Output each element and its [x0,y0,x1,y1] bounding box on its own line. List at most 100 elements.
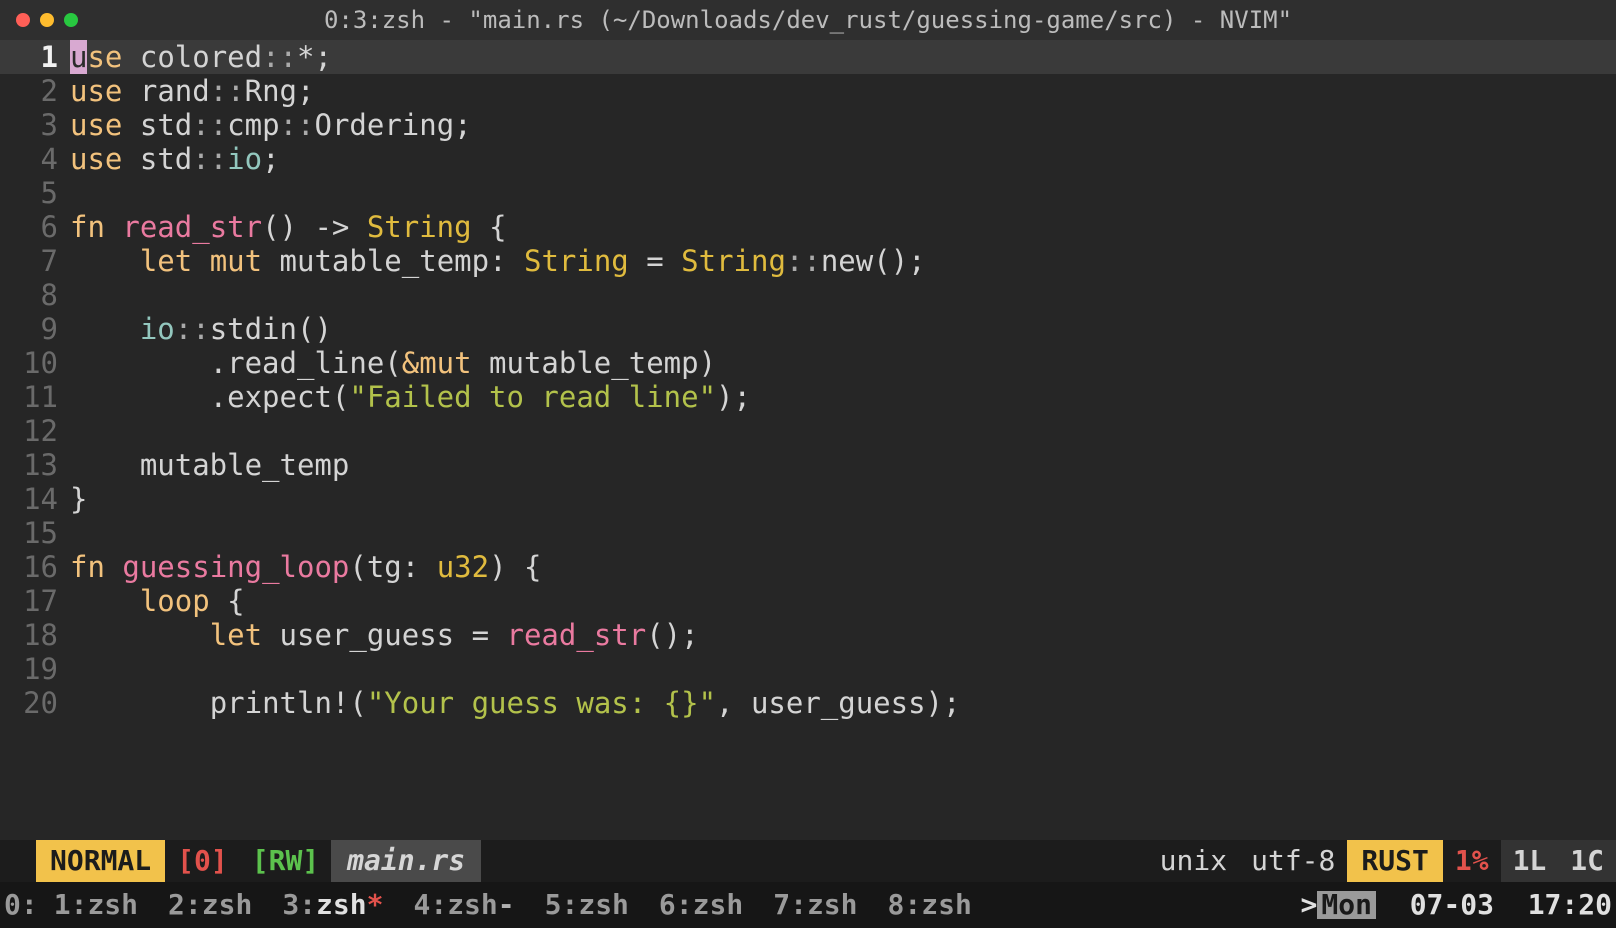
token-pu: ) { [489,550,541,584]
code-content[interactable]: mutable_temp [70,451,1616,480]
token-teal: io [140,312,175,346]
token-id: Ordering [314,108,454,142]
encoding: utf-8 [1239,840,1347,882]
statusline: NORMAL [0] [RW] main.rs unix utf-8 RUST … [0,840,1616,882]
line-number-gutter: 8 [0,281,70,310]
token-fn: read_str [122,210,262,244]
token-pu: (); [646,618,698,652]
token-id: cmp [227,108,279,142]
line-number-gutter: 19 [0,655,70,684]
token-pu: ; [262,142,279,176]
percent-value: 1% [1455,847,1489,875]
tmux-window-index: 1: [54,888,88,921]
tmux-window-name: zsh [447,888,498,921]
token-pu: ( [332,380,349,414]
tmux-window[interactable]: 8:zsh [888,888,972,921]
mode-indicator: NORMAL [36,840,165,882]
code-content[interactable]: let mut mutable_temp: String = String::n… [70,247,1616,276]
token-kw: se [87,40,122,74]
code-line[interactable]: 1use colored::*; [0,40,1616,74]
code-content[interactable]: use std::io; [70,145,1616,174]
bracket-open: [ [177,847,194,875]
code-line[interactable]: 11 .expect("Failed to read line"); [0,380,1616,414]
tmux-window[interactable]: 5:zsh [545,888,629,921]
code-content[interactable]: let user_guess = read_str(); [70,621,1616,650]
token-pu [105,550,122,584]
token-pu [70,584,140,618]
code-line[interactable]: 4use std::io; [0,142,1616,176]
token-pu [70,686,210,720]
token-kw: let [210,618,262,652]
code-line[interactable]: 17 loop { [0,584,1616,618]
code-content[interactable]: io::stdin() [70,315,1616,344]
editor-viewport[interactable]: 1use colored::*;2use rand::Rng;3use std:… [0,40,1616,840]
filename: main.rs [331,840,481,882]
tmux-window[interactable]: 7:zsh [773,888,857,921]
token-kw: use [70,74,122,108]
code-line[interactable]: 2use rand::Rng; [0,74,1616,108]
tmux-date: 07-03 [1410,888,1494,921]
code-line[interactable]: 7 let mut mutable_temp: String = String:… [0,244,1616,278]
window-title: 0:3:zsh - "main.rs (~/Downloads/dev_rust… [0,8,1616,32]
code-content[interactable]: use std::cmp::Ordering; [70,111,1616,140]
tmux-window[interactable]: 4:zsh- [413,888,514,921]
code-line[interactable]: 19 [0,652,1616,686]
line-number-gutter: 10 [0,349,70,378]
tmux-statusbar: 0: 1:zsh2:zsh3:zsh*4:zsh-5:zsh6:zsh7:zsh… [0,882,1616,928]
code-content[interactable]: fn guessing_loop(tg: u32) { [70,553,1616,582]
code-content[interactable]: println!("Your guess was: {}", user_gues… [70,689,1616,718]
tmux-window-index: 5: [545,888,579,921]
code-content[interactable]: } [70,485,1616,514]
token-pu: ( [349,686,366,720]
code-line[interactable]: 10 .read_line(&mut mutable_temp) [0,346,1616,380]
tmux-window-index: 8: [888,888,922,921]
code-content[interactable]: use colored::*; [70,43,1616,72]
line-number-gutter: 9 [0,315,70,344]
token-pu [70,244,140,278]
line-number-gutter: 2 [0,77,70,106]
tmux-window-index: 4: [413,888,447,921]
code-line[interactable]: 14} [0,482,1616,516]
tmux-window[interactable]: 1:zsh [54,888,138,921]
code-content[interactable]: loop { [70,587,1616,616]
code-line[interactable]: 8 [0,278,1616,312]
token-pu [122,142,139,176]
tmux-window[interactable]: 3:zsh* [282,888,383,921]
line-number-gutter: 16 [0,553,70,582]
line-number-gutter: 1 [0,43,70,72]
code-content[interactable]: use rand::Rng; [70,77,1616,106]
code-line[interactable]: 16fn guessing_loop(tg: u32) { [0,550,1616,584]
tmux-window[interactable]: 6:zsh [659,888,743,921]
token-id: std [140,108,192,142]
line-number-gutter: 20 [0,689,70,718]
token-pu [70,618,210,652]
tmux-active-flag-icon: * [367,888,384,921]
code-line[interactable]: 18 let user_guess = read_str(); [0,618,1616,652]
code-line[interactable]: 13 mutable_temp [0,448,1616,482]
line-number-gutter: 5 [0,179,70,208]
token-kw: mut [210,244,262,278]
line-number-gutter: 18 [0,621,70,650]
code-line[interactable]: 5 [0,176,1616,210]
code-content[interactable]: .expect("Failed to read line"); [70,383,1616,412]
code-line[interactable]: 20 println!("Your guess was: {}", user_g… [0,686,1616,720]
token-pu: () -> [262,210,367,244]
tmux-window-index: 7: [773,888,807,921]
token-fn: read_str [507,618,647,652]
code-line[interactable]: 3use std::cmp::Ordering; [0,108,1616,142]
tmux-window-name: zsh [921,888,972,921]
token-id: mutable_temp: [262,244,524,278]
token-id: colored [140,40,262,74]
token-gr: :: [786,244,821,278]
code-line[interactable]: 9 io::stdin() [0,312,1616,346]
code-line[interactable]: 6fn read_str() -> String { [0,210,1616,244]
line-number-gutter: 11 [0,383,70,412]
code-content[interactable]: fn read_str() -> String { [70,213,1616,242]
code-line[interactable]: 15 [0,516,1616,550]
code-line[interactable]: 12 [0,414,1616,448]
tmux-window-name: zsh [578,888,629,921]
line-number-gutter: 14 [0,485,70,514]
token-id: stdin [210,312,297,346]
code-content[interactable]: .read_line(&mut mutable_temp) [70,349,1616,378]
tmux-window[interactable]: 2:zsh [168,888,252,921]
